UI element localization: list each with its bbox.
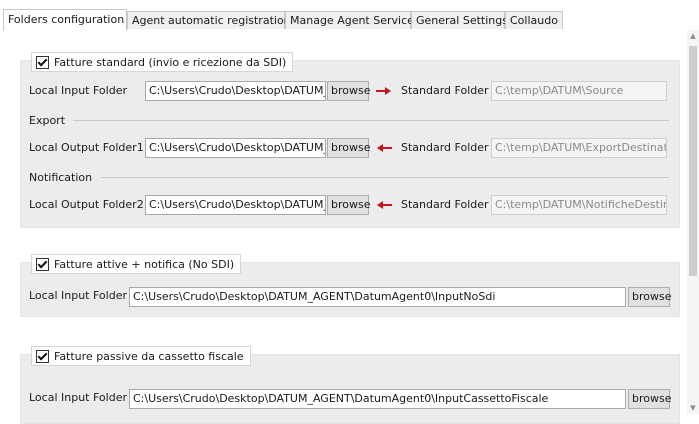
local-output-folder2-field[interactable]: C:\Users\Crudo\Desktop\DATUM_/	[145, 195, 326, 215]
standard-folder-export-field: C:\temp\DATUM\ExportDestinatio	[491, 138, 667, 158]
group-fatture-passive-header: Fatture passive da cassetto fiscale	[31, 346, 251, 366]
fatture-passive-title: Fatture passive da cassetto fiscale	[54, 349, 244, 363]
input-cassetto-folder-field[interactable]: C:\Users\Crudo\Desktop\DATUM_AGENT\Datum…	[129, 389, 626, 409]
fatture-passive-checkbox[interactable]	[36, 349, 49, 363]
export-separator	[73, 120, 669, 121]
notification-section-label: Notification	[29, 171, 93, 184]
group-fatture-standard: Fatture standard (invio e ricezione da S…	[20, 52, 680, 228]
local-input-folder-label: Local Input Folder	[29, 391, 127, 404]
standard-folder-label: Standard Folder	[401, 141, 489, 154]
local-input-folder-field[interactable]: C:\Users\Crudo\Desktop\DATUM_/	[145, 81, 326, 101]
tab-manage-agent-service[interactable]: Manage Agent Service	[285, 11, 414, 29]
fatture-attive-title: Fatture attive + notifica (No SDI)	[54, 257, 235, 271]
local-output-folder1-field[interactable]: C:\Users\Crudo\Desktop\DATUM_/	[145, 138, 326, 158]
standard-folder-label: Standard Folder	[401, 198, 489, 211]
tab-folders-configuration[interactable]: Folders configuration	[3, 9, 127, 31]
fatture-attive-checkbox[interactable]	[36, 257, 49, 271]
group-fatture-attive: Fatture attive + notifica (No SDI) Local…	[20, 254, 680, 317]
scroll-down-icon[interactable]: ▼	[687, 402, 699, 414]
notification-separator	[101, 177, 669, 178]
local-input-folder-label: Local Input Folder	[29, 289, 127, 302]
group-fatture-standard-header: Fatture standard (invio e ricezione da S…	[31, 52, 294, 72]
arrow-left-icon	[377, 201, 392, 209]
scroll-thumb[interactable]	[689, 46, 697, 276]
arrow-left-icon	[377, 144, 392, 152]
local-output-folder2-label: Local Output Folder2	[29, 198, 144, 211]
local-output-folder1-label: Local Output Folder1	[29, 141, 144, 154]
fatture-standard-title: Fatture standard (invio e ricezione da S…	[54, 55, 287, 69]
standard-folder-label: Standard Folder	[401, 84, 489, 97]
group-fatture-attive-header: Fatture attive + notifica (No SDI)	[31, 254, 242, 274]
local-output-folder1-browse-button[interactable]: browse	[327, 138, 371, 158]
scroll-up-icon[interactable]: ▲	[687, 30, 699, 42]
folders-configuration-panel: Fatture standard (invio e ricezione da S…	[0, 30, 699, 424]
vertical-scrollbar[interactable]: ▲ ▼	[687, 30, 699, 414]
input-nosdi-browse-button[interactable]: browse	[628, 287, 672, 307]
local-input-folder-label: Local Input Folder	[29, 84, 127, 97]
tab-general-settings[interactable]: General Settings	[411, 11, 508, 29]
local-input-folder-browse-button[interactable]: browse	[327, 81, 371, 101]
input-cassetto-browse-button[interactable]: browse	[628, 389, 672, 409]
arrow-right-icon	[376, 87, 391, 95]
input-nosdi-folder-field[interactable]: C:\Users\Crudo\Desktop\DATUM_AGENT\Datum…	[129, 287, 626, 307]
standard-folder-source-field: C:\temp\DATUM\Source	[491, 81, 667, 101]
export-section-label: Export	[29, 114, 66, 127]
tab-bar: Folders configuration Agent automatic re…	[0, 9, 699, 31]
standard-folder-notifiche-field: C:\temp\DATUM\NotificheDestina	[491, 195, 667, 215]
tab-agent-automatic-registration[interactable]: Agent automatic registration	[127, 11, 291, 29]
fatture-standard-checkbox[interactable]	[36, 55, 49, 69]
local-output-folder2-browse-button[interactable]: browse	[327, 195, 371, 215]
tab-collaudo[interactable]: Collaudo	[505, 11, 563, 29]
